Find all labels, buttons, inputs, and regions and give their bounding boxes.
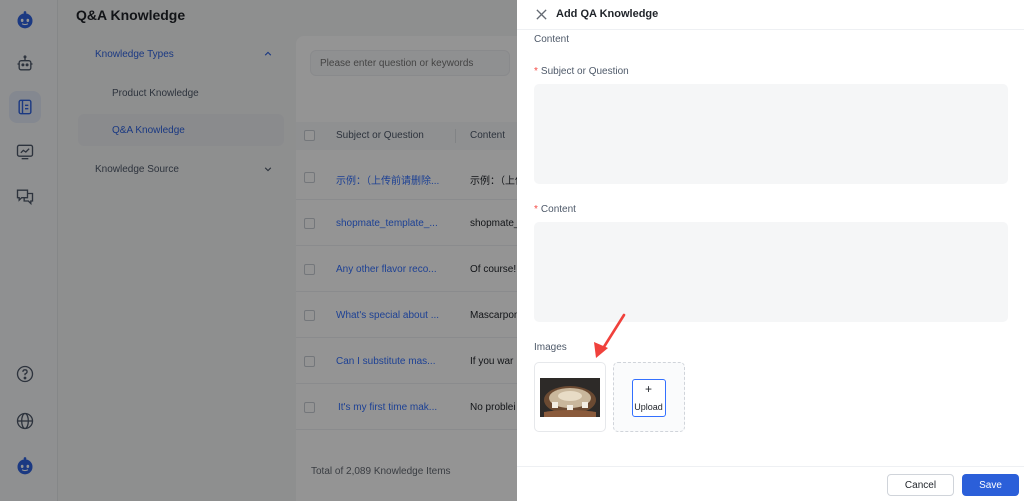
cancel-button[interactable]: Cancel xyxy=(887,474,954,496)
subject-field-label: * Subject or Question xyxy=(534,66,629,77)
tiramisu-photo-icon xyxy=(540,378,600,417)
content-label-text: Content xyxy=(540,204,576,215)
content-input[interactable] xyxy=(534,222,1008,322)
save-button[interactable]: Save xyxy=(962,474,1019,496)
annotation-arrow-icon xyxy=(594,313,626,358)
image-thumbnail[interactable] xyxy=(534,362,606,432)
required-mark: * xyxy=(534,204,538,215)
drawer-title: Add QA Knowledge xyxy=(556,8,659,20)
plus-icon: + xyxy=(644,382,652,396)
content-section-label: Content xyxy=(534,34,570,45)
subject-input[interactable] xyxy=(534,84,1008,184)
drawer-footer: Cancel Save xyxy=(517,466,1024,501)
close-icon[interactable] xyxy=(535,8,548,21)
upload-tile: + Upload xyxy=(613,362,685,432)
upload-button[interactable]: + Upload xyxy=(632,379,666,417)
subject-label-text: Subject or Question xyxy=(540,66,629,77)
content-field-label: * Content xyxy=(534,204,576,215)
drawer-header: Add QA Knowledge xyxy=(517,0,1024,30)
upload-label: Upload xyxy=(634,402,663,412)
images-label: Images xyxy=(534,342,567,353)
modal-mask[interactable] xyxy=(0,0,517,501)
add-qa-drawer: Add QA Knowledge Content * Subject or Que… xyxy=(517,0,1024,501)
required-mark: * xyxy=(534,66,538,77)
